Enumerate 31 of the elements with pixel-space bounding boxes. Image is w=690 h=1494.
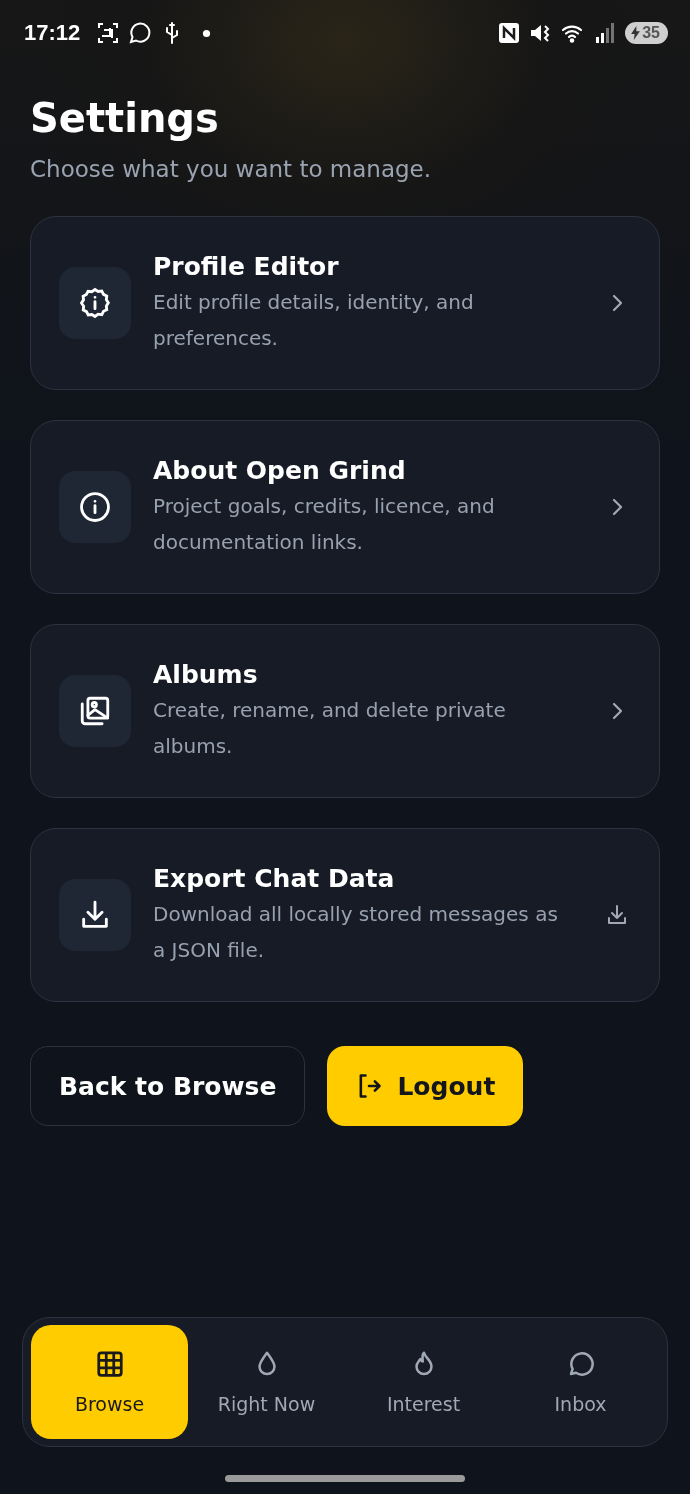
screenshot-icon [96, 21, 121, 45]
download-icon [605, 903, 629, 927]
card-description: Project goals, credits, licence, and documentation links. [153, 493, 496, 556]
back-button[interactable]: Back to Browse [30, 1046, 306, 1126]
images-icon [78, 694, 112, 728]
nav-tab[interactable]: Browse [31, 1325, 188, 1439]
page-title: Settings [30, 94, 220, 143]
card-description: Create, rename, and delete private albums. [153, 697, 507, 760]
card-title: Export Chat Data [153, 863, 396, 895]
nav-tab[interactable]: Interest [345, 1325, 502, 1439]
grid-icon [94, 1349, 125, 1379]
logout-button[interactable]: Logout [327, 1046, 524, 1126]
card-title: Profile Editor [153, 251, 340, 283]
notification-dot-icon [202, 28, 212, 38]
card-title: About Open Grind [153, 455, 407, 487]
nav-tab[interactable]: Inbox [502, 1325, 659, 1439]
card-description: Download all locally stored messages as a JSON file. [153, 901, 559, 964]
settings-card[interactable]: Export Chat Data Download all locally stored messages as a JSON file. [30, 828, 660, 1002]
badge-info-icon [78, 286, 112, 320]
settings-card[interactable]: Profile Editor Edit profile details, identity, and preferences. [30, 216, 660, 390]
battery-indicator: 35 [625, 22, 668, 44]
nav-tab[interactable]: Right Now [188, 1325, 345, 1439]
status-time: 17:12 [24, 20, 81, 46]
card-description: Edit profile details, identity, and preferences. [153, 289, 475, 352]
chat-bubble-icon [128, 21, 153, 45]
settings-card[interactable]: Albums Create, rename, and delete private albums. [30, 624, 660, 798]
nfc-icon [497, 21, 522, 45]
page-subtitle: Choose what you want to manage. [30, 155, 433, 184]
info-icon [78, 490, 112, 524]
card-title: Albums [153, 659, 259, 691]
settings-card[interactable]: About Open Grind Project goals, credits, licence, and documentation links. [30, 420, 660, 594]
